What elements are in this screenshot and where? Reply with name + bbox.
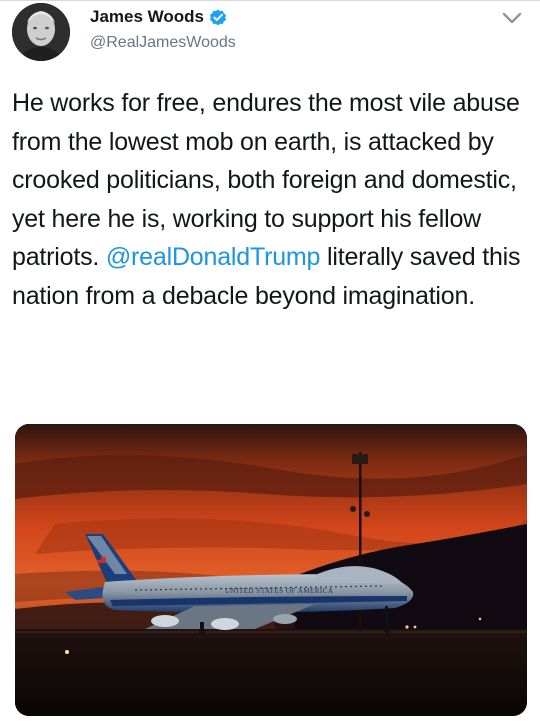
air-force-one-sunset-photo: UNITED STATES OF AMERICA [15,424,527,716]
avatar[interactable] [12,3,70,61]
top-divider [0,0,540,1]
tweet-text: He works for free, endures the most vile… [12,84,532,315]
mention-link[interactable]: @realDonaldTrump [106,243,321,271]
tweet-media-image[interactable]: UNITED STATES OF AMERICA [15,424,527,716]
author-display-name[interactable]: James Woods [90,6,204,28]
author-handle[interactable]: @RealJamesWoods [90,33,236,53]
avatar-photo [12,3,70,61]
verified-badge-icon [208,7,228,27]
author-name-row: James Woods [90,6,228,28]
chevron-down-icon[interactable] [498,6,526,30]
aircraft-livery-text: UNITED STATES OF AMERICA [225,587,333,595]
